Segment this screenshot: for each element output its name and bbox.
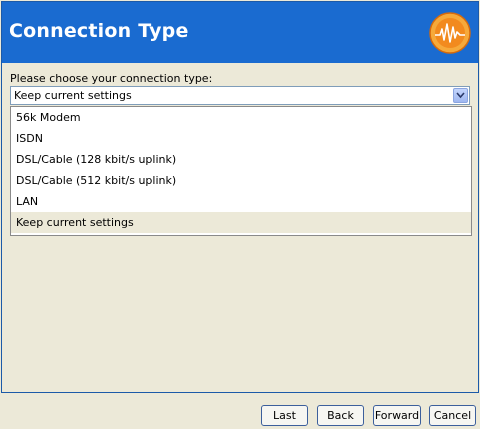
option-lan[interactable]: LAN <box>11 191 471 212</box>
wizard-window: Connection Type Please choose your conne… <box>1 1 479 393</box>
back-button[interactable]: Back <box>317 405 364 426</box>
option-isdn[interactable]: ISDN <box>11 128 471 149</box>
waveform-logo-icon <box>429 12 471 54</box>
option-keep-current[interactable]: Keep current settings <box>11 212 471 233</box>
connection-type-select[interactable]: Keep current settings <box>10 86 470 105</box>
selected-value: Keep current settings <box>14 89 132 102</box>
last-button[interactable]: Last <box>261 405 308 426</box>
connection-type-options: 56k Modem ISDN DSL/Cable (128 kbit/s upl… <box>10 106 472 236</box>
dropdown-button[interactable] <box>453 88 468 103</box>
option-dsl-128[interactable]: DSL/Cable (128 kbit/s uplink) <box>11 149 471 170</box>
chevron-down-icon <box>456 92 465 99</box>
option-dsl-512[interactable]: DSL/Cable (512 kbit/s uplink) <box>11 170 471 191</box>
connection-type-label: Please choose your connection type: <box>10 72 213 85</box>
page-title: Connection Type <box>9 20 189 42</box>
wizard-header: Connection Type <box>2 2 478 63</box>
option-56k-modem[interactable]: 56k Modem <box>11 107 471 128</box>
cancel-button[interactable]: Cancel <box>429 405 476 426</box>
forward-button[interactable]: Forward <box>373 405 421 426</box>
